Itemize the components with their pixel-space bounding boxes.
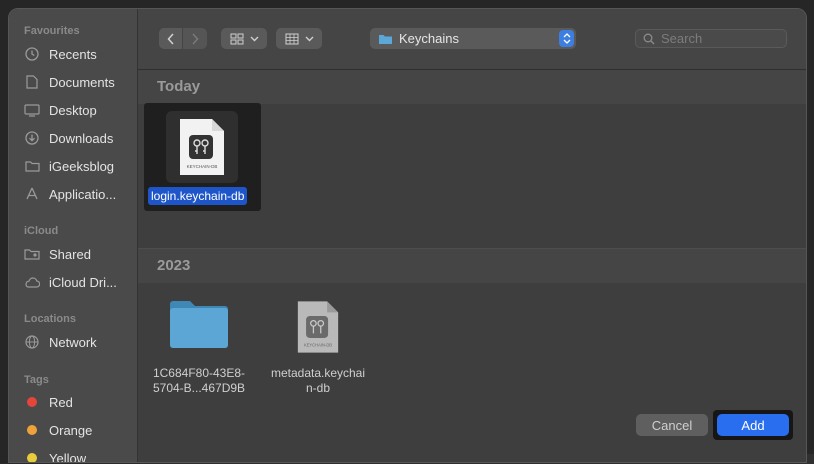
thumbnail: KEYCHAIN-DB (166, 111, 238, 183)
sidebar-heading-favourites: Favourites (24, 25, 80, 37)
sidebar: Favourites Recents Documents Desktop Dow… (9, 9, 138, 462)
chevron-left-icon (166, 32, 174, 45)
sidebar-tag-orange[interactable]: Orange (9, 418, 137, 442)
sidebar-item-label: Shared (49, 246, 91, 262)
toolbar: Keychains Search (138, 9, 806, 70)
globe-icon (24, 334, 40, 350)
tag-color-icon (24, 450, 40, 462)
applications-icon (24, 186, 40, 202)
search-input[interactable]: Search (635, 29, 787, 48)
location-label: Keychains (399, 31, 459, 46)
file-name-line2: n-db (305, 381, 331, 395)
cloud-icon (24, 274, 40, 290)
sidebar-item-shared[interactable]: Shared (9, 242, 137, 266)
open-file-dialog: Favourites Recents Documents Desktop Dow… (8, 8, 807, 463)
nav-buttons (159, 28, 207, 49)
location-popup[interactable]: Keychains (370, 28, 576, 49)
cancel-button[interactable]: Cancel (636, 414, 708, 436)
file-item-folder[interactable]: 1C684F80-43E8- 5704-B...467D9B (146, 290, 252, 402)
sidebar-item-network[interactable]: Network (9, 330, 137, 354)
document-icon (24, 74, 40, 90)
file-name-line2: 5704-B...467D9B (152, 381, 246, 395)
sidebar-heading-locations: Locations (24, 313, 76, 325)
keychain-file-icon: KEYCHAIN-DB (297, 301, 339, 353)
search-placeholder: Search (661, 31, 703, 46)
chevron-down-icon (305, 36, 313, 41)
sidebar-item-label: Red (49, 394, 73, 410)
sidebar-item-label: Orange (49, 422, 93, 438)
shared-folder-icon (24, 246, 40, 262)
file-item-metadata-keychain[interactable]: KEYCHAIN-DB metadata.keychai n-db (266, 290, 370, 402)
folder-icon (170, 301, 228, 348)
download-icon (24, 130, 40, 146)
view-mode-button[interactable] (221, 28, 267, 49)
back-button[interactable] (159, 28, 182, 49)
sidebar-item-label: Network (49, 334, 97, 350)
add-button[interactable]: Add (717, 414, 789, 436)
sidebar-item-documents[interactable]: Documents (9, 70, 137, 94)
file-item-login-keychain[interactable]: KEYCHAIN-DB login.keychain-db (142, 70, 267, 220)
sidebar-heading-tags: Tags (24, 374, 49, 386)
file-name-line1: 1C684F80-43E8- (152, 366, 246, 380)
file-name: login.keychain-db (148, 187, 248, 205)
chevron-down-icon (250, 36, 258, 41)
file-name-line1: metadata.keychai (270, 366, 366, 380)
file-browser: Today KEYCHAIN-DB login.keychain-db 2023… (138, 70, 806, 462)
sidebar-item-label: Recents (49, 46, 97, 62)
sidebar-item-label: Documents (49, 74, 115, 90)
sidebar-item-label: iGeeksblog (49, 158, 115, 174)
keychain-file-icon: KEYCHAIN-DB (180, 119, 224, 175)
clock-icon (24, 46, 40, 62)
sidebar-item-icloud-drive[interactable]: iCloud Dri... (9, 270, 137, 294)
group-by-button[interactable] (276, 28, 322, 49)
chevron-right-icon (192, 32, 199, 45)
group-heading-2023: 2023 (138, 249, 806, 283)
folder-icon (379, 34, 392, 44)
desktop-icon (24, 102, 40, 118)
sidebar-item-recents[interactable]: Recents (9, 42, 137, 66)
sidebar-item-downloads[interactable]: Downloads (9, 126, 137, 150)
sidebar-item-label: iCloud Dri... (49, 274, 117, 290)
sidebar-item-label: Yellow (49, 450, 87, 463)
group-view-icon (285, 33, 298, 44)
sidebar-tag-red[interactable]: Red (9, 390, 137, 414)
sidebar-tag-yellow[interactable]: Yellow (9, 446, 137, 463)
tag-color-icon (24, 394, 40, 410)
file-badge: KEYCHAIN-DB (304, 342, 332, 347)
search-icon (643, 33, 655, 44)
sidebar-heading-icloud: iCloud (24, 225, 59, 237)
sidebar-item-label: Desktop (49, 102, 97, 118)
file-badge: KEYCHAIN-DB (187, 164, 218, 169)
sidebar-item-label: Downloads (49, 130, 114, 146)
forward-button[interactable] (183, 28, 207, 49)
sidebar-item-desktop[interactable]: Desktop (9, 98, 137, 122)
sidebar-item-label: Applicatio... (49, 186, 117, 202)
tag-color-icon (24, 422, 40, 438)
folder-icon (24, 158, 40, 174)
sidebar-item-applications[interactable]: Applicatio... (9, 182, 137, 206)
popup-stepper-icon (559, 30, 574, 47)
selected-tile: KEYCHAIN-DB login.keychain-db (144, 103, 261, 211)
sidebar-item-igeeksblog[interactable]: iGeeksblog (9, 154, 137, 178)
grid-view-icon (230, 33, 243, 44)
